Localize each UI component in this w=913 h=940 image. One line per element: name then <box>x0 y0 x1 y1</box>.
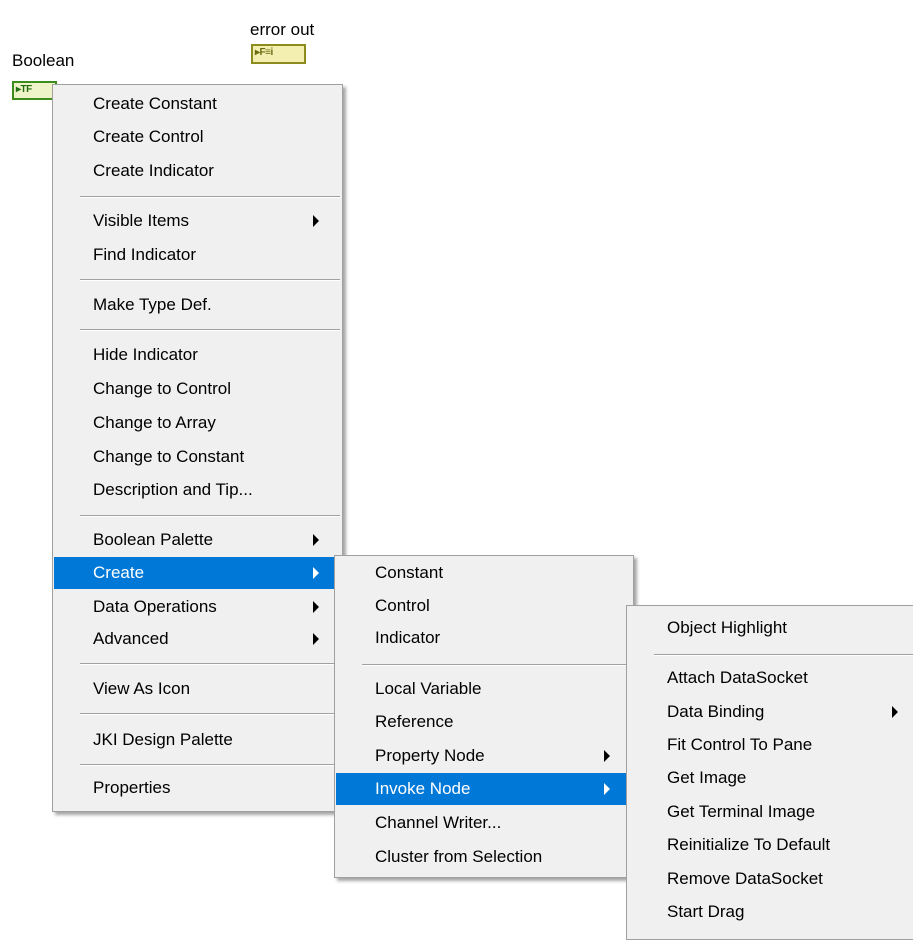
boolean-tf-icon: ▸TF <box>16 84 32 95</box>
menu-item-label: Create Control <box>93 127 204 146</box>
error-out-label: error out <box>250 20 315 39</box>
menu-item-label: Get Image <box>667 768 747 787</box>
create-submenu: Constant Control Indicator Local Variabl… <box>334 555 634 878</box>
menu-item-label: Change to Control <box>93 379 231 398</box>
menu-item-create-control[interactable]: Create Control <box>54 121 341 153</box>
menu-separator <box>362 664 631 666</box>
submenu-arrow-icon <box>313 534 319 546</box>
menu-item-label: Object Highlight <box>667 618 788 637</box>
submenu-arrow-icon <box>313 215 319 227</box>
menu-separator <box>80 279 340 281</box>
menu-item-cluster-from-selection[interactable]: Cluster from Selection <box>336 841 632 873</box>
menu-item-label: Property Node <box>375 746 485 765</box>
menu-item-change-to-array[interactable]: Change to Array <box>54 407 341 439</box>
menu-separator <box>80 329 340 331</box>
menu-item-label: Remove DataSocket <box>667 869 823 888</box>
menu-item-local-variable[interactable]: Local Variable <box>336 673 632 705</box>
menu-item-attach-datasocket[interactable]: Attach DataSocket <box>628 662 913 694</box>
menu-item-label: Channel Writer... <box>375 813 502 832</box>
menu-item-fit-control-to-pane[interactable]: Fit Control To Pane <box>628 729 913 761</box>
menu-item-hide-indicator[interactable]: Hide Indicator <box>54 339 341 371</box>
submenu-arrow-icon <box>313 633 319 645</box>
menu-item-label: Create <box>93 563 145 582</box>
menu-item-change-to-constant[interactable]: Change to Constant <box>54 441 341 473</box>
submenu-arrow-icon <box>604 750 610 762</box>
menu-item-advanced[interactable]: Advanced <box>54 623 341 655</box>
submenu-arrow-icon <box>604 783 610 795</box>
menu-item-indicator[interactable]: Indicator <box>336 622 632 654</box>
menu-item-label: Invoke Node <box>375 779 471 798</box>
menu-item-label: Boolean Palette <box>93 530 214 549</box>
menu-item-visible-items[interactable]: Visible Items <box>54 205 341 237</box>
menu-item-label: Properties <box>93 778 171 797</box>
submenu-arrow-icon <box>892 706 898 718</box>
menu-item-label: Change to Array <box>93 413 216 432</box>
menu-item-view-as-icon[interactable]: View As Icon <box>54 673 341 705</box>
menu-item-label: Hide Indicator <box>93 345 198 364</box>
menu-item-property-node[interactable]: Property Node <box>336 740 632 772</box>
menu-item-label: Visible Items <box>93 211 190 230</box>
menu-item-label: Cluster from Selection <box>375 847 543 866</box>
menu-item-get-image[interactable]: Get Image <box>628 762 913 794</box>
submenu-arrow-icon <box>313 567 319 579</box>
menu-separator <box>80 196 340 198</box>
error-out-terminal[interactable]: ▸F≡i <box>251 44 306 64</box>
cluster-icon: ▸F≡i <box>255 47 273 58</box>
menu-item-label: Find Indicator <box>93 245 196 264</box>
menu-item-label: Start Drag <box>667 902 745 921</box>
menu-item-constant[interactable]: Constant <box>336 557 632 589</box>
menu-item-control[interactable]: Control <box>336 590 632 622</box>
menu-item-label: Control <box>375 596 430 615</box>
menu-item-description-and-tip[interactable]: Description and Tip... <box>54 474 341 506</box>
menu-item-label: Constant <box>375 563 444 582</box>
menu-item-jki-design-palette[interactable]: JKI Design Palette <box>54 724 341 756</box>
menu-item-label: Advanced <box>93 629 169 648</box>
menu-item-remove-datasocket[interactable]: Remove DataSocket <box>628 863 913 895</box>
menu-item-channel-writer[interactable]: Channel Writer... <box>336 807 632 839</box>
menu-item-label: Get Terminal Image <box>667 802 816 821</box>
menu-item-label: Indicator <box>375 628 441 647</box>
menu-item-change-to-control[interactable]: Change to Control <box>54 373 341 405</box>
menu-item-make-type-def[interactable]: Make Type Def. <box>54 289 341 321</box>
menu-item-label: Data Binding <box>667 702 765 721</box>
menu-item-reference[interactable]: Reference <box>336 706 632 738</box>
boolean-terminal[interactable]: ▸TF <box>12 81 57 100</box>
menu-item-label: Create Indicator <box>93 161 214 180</box>
menu-item-properties[interactable]: Properties <box>54 772 341 804</box>
menu-separator <box>654 654 913 656</box>
menu-item-label: Change to Constant <box>93 447 245 466</box>
menu-item-reinitialize-to-default[interactable]: Reinitialize To Default <box>628 829 913 861</box>
menu-item-label: Reinitialize To Default <box>667 835 831 854</box>
context-menu: Create Constant Create Control Create In… <box>52 84 343 812</box>
menu-item-label: JKI Design Palette <box>93 730 233 749</box>
menu-item-label: Description and Tip... <box>93 480 253 499</box>
menu-separator <box>80 713 340 715</box>
menu-item-label: Fit Control To Pane <box>667 735 813 754</box>
menu-item-find-indicator[interactable]: Find Indicator <box>54 239 341 271</box>
boolean-label: Boolean <box>12 51 75 70</box>
menu-item-label: Data Operations <box>93 597 217 616</box>
submenu-arrow-icon <box>313 601 319 613</box>
menu-item-create-indicator[interactable]: Create Indicator <box>54 155 341 187</box>
menu-item-data-binding[interactable]: Data Binding <box>628 696 913 728</box>
menu-item-boolean-palette[interactable]: Boolean Palette <box>54 524 341 556</box>
menu-item-label: Create Constant <box>93 94 217 113</box>
menu-item-label: Local Variable <box>375 679 482 698</box>
menu-item-label: View As Icon <box>93 679 191 698</box>
menu-item-invoke-node[interactable]: Invoke Node <box>336 773 632 805</box>
menu-separator <box>80 515 340 517</box>
menu-item-data-operations[interactable]: Data Operations <box>54 591 341 623</box>
menu-item-create-constant[interactable]: Create Constant <box>54 88 341 120</box>
menu-separator <box>80 764 340 766</box>
menu-item-label: Attach DataSocket <box>667 668 808 687</box>
menu-item-start-drag[interactable]: Start Drag <box>628 896 913 928</box>
menu-item-get-terminal-image[interactable]: Get Terminal Image <box>628 796 913 828</box>
invoke-node-submenu: Object Highlight Attach DataSocket Data … <box>626 605 913 940</box>
menu-separator <box>80 663 340 665</box>
menu-item-label: Reference <box>375 712 454 731</box>
menu-item-create[interactable]: Create <box>54 557 341 589</box>
menu-item-label: Make Type Def. <box>93 295 212 314</box>
menu-item-object-highlight[interactable]: Object Highlight <box>628 612 913 644</box>
